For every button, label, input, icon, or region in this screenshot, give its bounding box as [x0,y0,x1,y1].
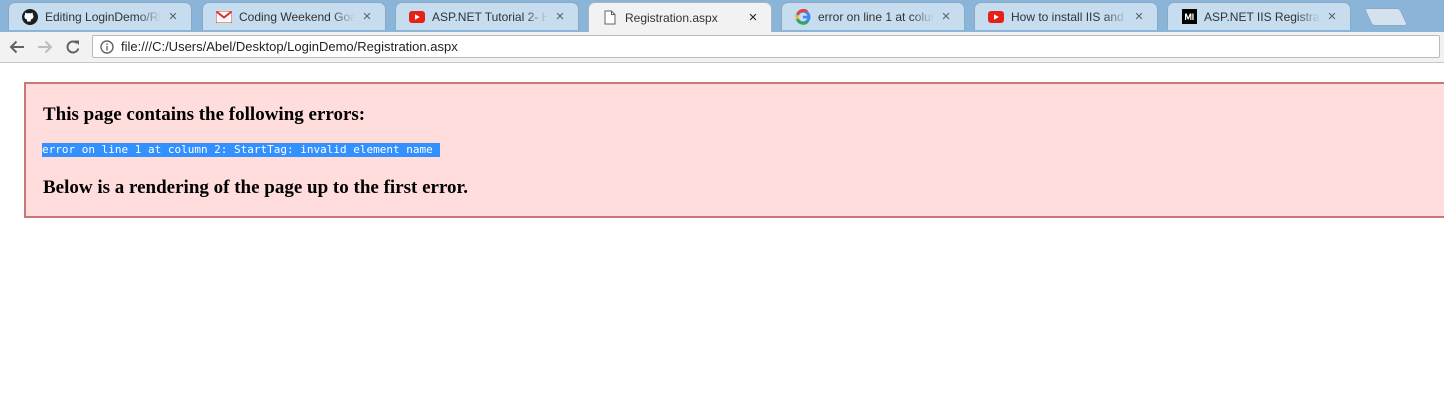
tab-title: error on line 1 at column 2 [818,9,934,24]
close-icon[interactable]: × [938,8,954,25]
error-footer: Below is a rendering of the page up to t… [43,177,468,198]
youtube-icon [988,9,1004,25]
new-tab-button[interactable] [1363,8,1409,26]
tab-google-search[interactable]: error on line 1 at column 2 × [781,2,965,30]
close-icon[interactable]: × [359,8,375,25]
address-text[interactable]: file:///C:/Users/Abel/Desktop/LoginDemo/… [121,39,458,54]
close-icon[interactable]: × [1131,8,1147,25]
tab-gmail[interactable]: Coding Weekend Goals - Gmail × [202,2,386,30]
gmail-icon [216,9,232,25]
tab-title: How to install IIS and ASP [1011,9,1127,24]
tab-youtube-aspnet-tutorial[interactable]: ASP.NET Tutorial 2- How to × [395,2,579,30]
reload-icon [66,40,80,54]
browser-toolbar: file:///C:/Users/Abel/Desktop/LoginDemo/… [0,32,1444,63]
close-icon[interactable]: × [1324,8,1340,25]
close-icon[interactable]: × [745,9,761,26]
back-button[interactable] [6,36,28,58]
reload-button[interactable] [62,36,84,58]
youtube-icon [409,9,425,25]
github-icon [22,8,38,25]
info-icon[interactable] [99,39,115,55]
close-icon[interactable]: × [552,8,568,25]
document-icon [602,10,618,26]
back-arrow-icon [9,40,24,54]
error-detail: error on line 1 at column 2: StartTag: i… [42,143,440,157]
tab-github[interactable]: Editing LoginDemo/README.md × [8,2,192,30]
tab-title: ASP.NET Tutorial 2- How to [432,9,548,24]
tab-registration-aspx[interactable]: Registration.aspx × [588,2,772,32]
tab-youtube-install-iis[interactable]: How to install IIS and ASP × [974,2,1158,30]
address-bar[interactable]: file:///C:/Users/Abel/Desktop/LoginDemo/… [92,35,1440,58]
medium-icon [1181,9,1197,25]
tab-aspnet-iis-registration[interactable]: ASP.NET IIS Registration Tool × [1167,2,1351,30]
forward-arrow-icon [38,40,53,54]
tab-title: Coding Weekend Goals - Gmail [239,9,355,24]
google-icon [795,8,811,25]
close-icon[interactable]: × [165,8,181,25]
forward-button[interactable] [34,36,56,58]
tab-strip: Editing LoginDemo/README.md × Coding Wee… [0,0,1444,32]
tab-title: Registration.aspx [625,10,718,25]
tab-title: ASP.NET IIS Registration Tool [1204,9,1320,24]
tab-title: Editing LoginDemo/README.md [45,9,161,24]
error-heading: This page contains the following errors: [43,104,366,125]
parser-error-box: This page contains the following errors:… [24,82,1444,218]
